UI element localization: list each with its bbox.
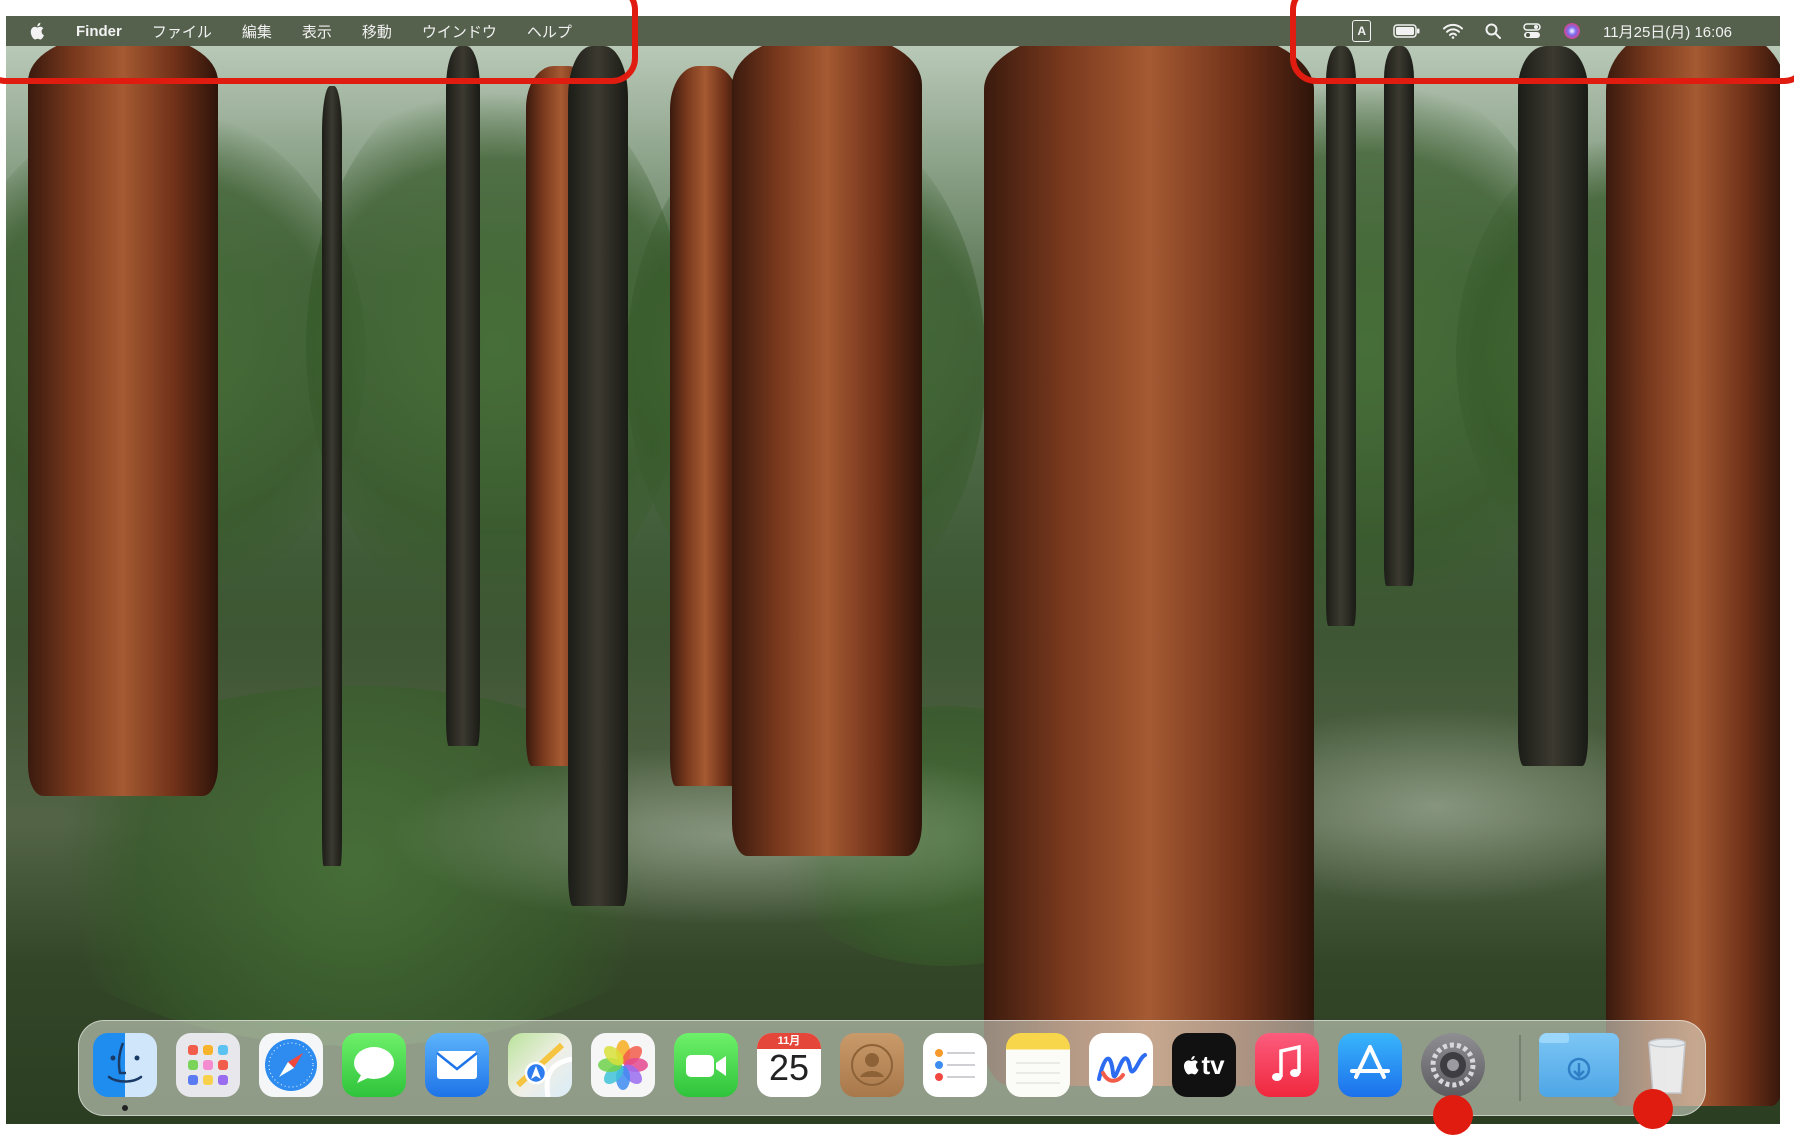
maps-icon[interactable] bbox=[508, 1033, 572, 1097]
appstore-icon[interactable] bbox=[1338, 1033, 1402, 1097]
annotation-menubar-right bbox=[1290, 0, 1794, 84]
desktop-screenshot: Finder ファイル 編集 表示 移動 ウインドウ ヘルプ A 11月25日(… bbox=[0, 0, 1794, 1135]
finder-icon[interactable] bbox=[93, 1033, 157, 1097]
system-settings-icon[interactable] bbox=[1421, 1033, 1485, 1097]
messages-icon[interactable] bbox=[342, 1033, 406, 1097]
annotation-system-settings-marker bbox=[1433, 1095, 1473, 1135]
calendar-day-label: 25 bbox=[768, 1047, 810, 1088]
facetime-icon[interactable] bbox=[674, 1033, 738, 1097]
freeform-icon[interactable] bbox=[1089, 1033, 1153, 1097]
photos-icon[interactable] bbox=[591, 1033, 655, 1097]
finder-running-indicator bbox=[122, 1105, 128, 1111]
annotation-menubar-left bbox=[0, 0, 638, 84]
dock-separator bbox=[1519, 1035, 1521, 1101]
contacts-icon[interactable] bbox=[840, 1033, 904, 1097]
mail-icon[interactable] bbox=[425, 1033, 489, 1097]
appletv-icon[interactable]: tv bbox=[1172, 1033, 1236, 1097]
annotation-trash-marker bbox=[1633, 1089, 1673, 1129]
appletv-label: tv bbox=[1201, 1049, 1225, 1080]
desktop-wallpaper bbox=[6, 46, 1780, 1124]
safari-icon[interactable] bbox=[259, 1033, 323, 1097]
dock: 11月 25 tv bbox=[78, 1020, 1706, 1135]
downloads-folder-icon[interactable] bbox=[1539, 1033, 1619, 1097]
launchpad-icon[interactable] bbox=[176, 1033, 240, 1097]
calendar-icon[interactable]: 11月 25 bbox=[757, 1033, 821, 1097]
trash-icon[interactable] bbox=[1635, 1033, 1699, 1097]
reminders-icon[interactable] bbox=[923, 1033, 987, 1097]
music-icon[interactable] bbox=[1255, 1033, 1319, 1097]
notes-icon[interactable] bbox=[1006, 1033, 1070, 1097]
